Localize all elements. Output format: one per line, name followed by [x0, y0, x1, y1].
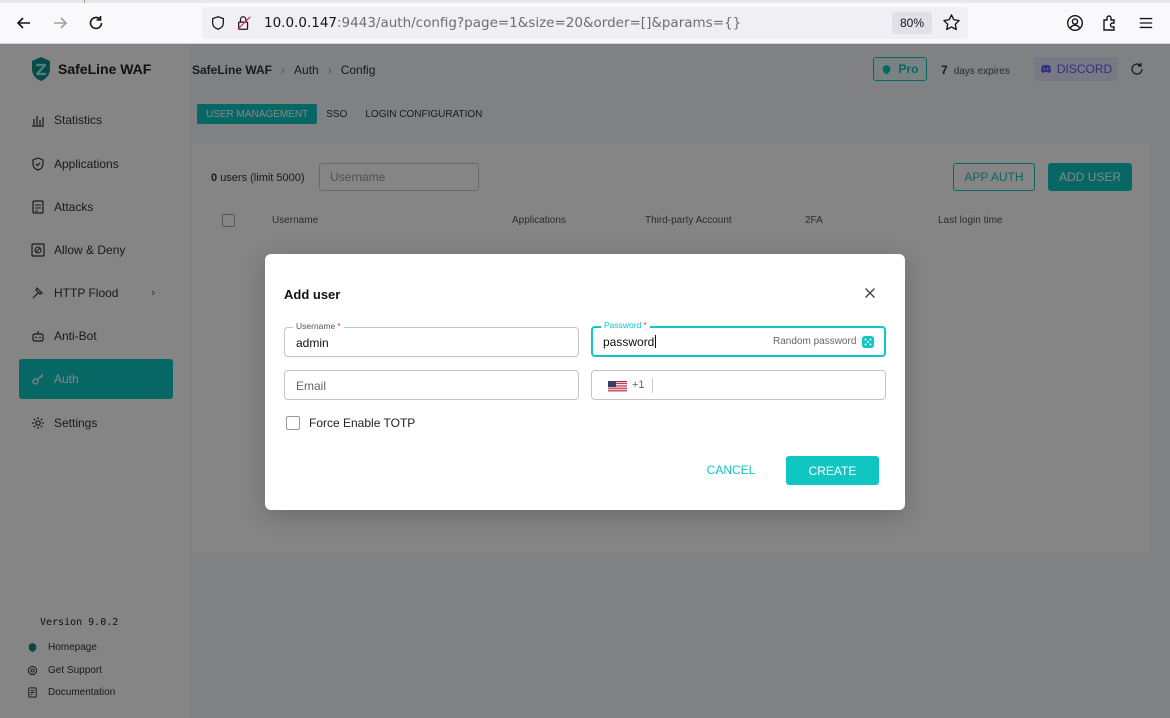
password-label: Password * — [601, 320, 650, 330]
address-bar[interactable]: 10.0.0.147:9443/auth/config?page=1&size=… — [202, 7, 968, 39]
back-button[interactable] — [13, 12, 35, 34]
force-totp-checkbox[interactable] — [286, 416, 300, 430]
password-value: password — [603, 335, 657, 349]
email-field[interactable]: Email — [284, 370, 579, 400]
phone-field[interactable]: +1 — [591, 370, 886, 400]
menu-button[interactable] — [1135, 12, 1157, 34]
dialog-title: Add user — [284, 287, 341, 302]
close-icon[interactable] — [862, 285, 878, 301]
tab-strip — [0, 0, 1170, 3]
zoom-indicator[interactable]: 80% — [892, 12, 932, 34]
username-field[interactable]: Username * admin — [284, 321, 579, 357]
reload-button[interactable] — [85, 12, 107, 34]
username-label: Username * — [293, 321, 344, 331]
browser-toolbar: 10.0.0.147:9443/auth/config?page=1&size=… — [0, 0, 1170, 44]
url-text: 10.0.0.147:9443/auth/config?page=1&size=… — [264, 15, 741, 31]
create-button[interactable]: CREATE — [786, 456, 879, 485]
bookmark-star-icon[interactable] — [942, 13, 961, 35]
arrow-left-icon — [16, 17, 30, 29]
dice-icon[interactable] — [861, 335, 875, 349]
dial-code: +1 — [632, 379, 645, 391]
us-flag-icon[interactable] — [608, 381, 627, 392]
insecure-lock-icon[interactable] — [235, 14, 253, 32]
username-value: admin — [296, 336, 329, 350]
puzzle-icon — [1103, 15, 1115, 31]
cancel-button[interactable]: CANCEL — [701, 456, 761, 484]
extensions-button[interactable] — [1099, 12, 1121, 34]
random-password-label: Random password — [773, 336, 857, 347]
account-icon — [1066, 14, 1084, 32]
url-host: 10.0.0.147 — [264, 15, 337, 31]
tracking-shield-icon[interactable] — [209, 14, 227, 32]
hamburger-icon — [1139, 17, 1153, 29]
reload-icon — [89, 16, 103, 30]
forward-button[interactable] — [49, 12, 71, 34]
account-button[interactable] — [1064, 12, 1086, 34]
arrow-right-icon — [54, 17, 68, 29]
phone-divider — [652, 378, 653, 393]
password-field[interactable]: Password * password Random password — [591, 320, 886, 357]
force-totp-label[interactable]: Force Enable TOTP — [309, 416, 415, 430]
url-path: :9443/auth/config?page=1&size=20&order=[… — [337, 15, 742, 31]
email-placeholder: Email — [296, 379, 327, 393]
add-user-dialog: Add user Username * admin Password * passw… — [265, 254, 905, 510]
